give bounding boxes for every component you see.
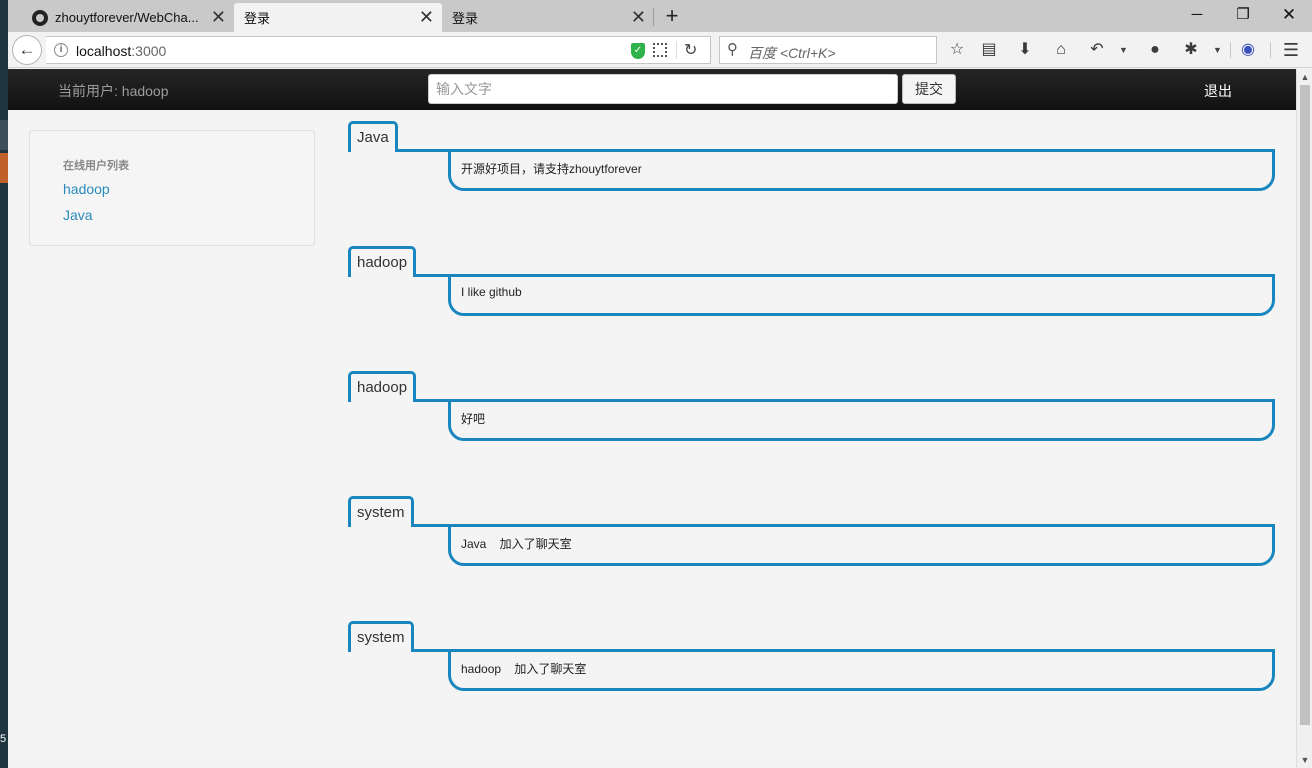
search-icon: ⚲ <box>727 41 738 58</box>
back-icon[interactable]: ← <box>12 35 42 65</box>
message-sender: system <box>348 621 414 652</box>
star-icon[interactable]: ☆ <box>946 40 968 60</box>
github-icon <box>32 9 48 26</box>
tab-title: 登录 <box>452 11 479 26</box>
tab-github[interactable]: zhouytforever/WebCha... ✕ <box>22 3 234 32</box>
chat-message: hadoop I like github <box>348 246 1275 326</box>
close-icon[interactable]: ✕ <box>419 8 434 26</box>
plus-icon[interactable]: + <box>660 5 684 27</box>
message-text: 开源好项目，请支持zhouytforever <box>448 149 1275 191</box>
tab-title: zhouytforever/WebCha... <box>55 10 199 25</box>
chat-message: system Java 加入了聊天室 <box>348 496 1275 576</box>
restore-icon[interactable]: ❐ <box>1220 4 1266 26</box>
url-port: :3000 <box>131 43 167 59</box>
chat-message: hadoop 好吧 <box>348 371 1275 451</box>
minimize-icon[interactable]: ─ <box>1174 4 1220 26</box>
chat-icon[interactable]: ● <box>1144 40 1166 60</box>
download-icon[interactable]: ⬇ <box>1014 40 1036 60</box>
window-close-icon[interactable]: ✕ <box>1266 4 1312 26</box>
browser-window: zhouytforever/WebCha... ✕ 登录 ✕ 登录 ✕ + ─ … <box>8 0 1312 768</box>
tab-title: 登录 <box>244 11 271 26</box>
message-sender: hadoop <box>348 246 417 277</box>
logout-link[interactable]: 退出 <box>1204 81 1232 101</box>
tab-login-active[interactable]: 登录 ✕ <box>234 3 442 32</box>
search-placeholder: 百度 <Ctrl+K> <box>748 45 836 61</box>
close-icon[interactable]: ✕ <box>631 8 646 26</box>
desktop-strip-block <box>0 120 8 150</box>
url-host: localhost <box>76 43 132 59</box>
message-text: I like github <box>448 274 1275 316</box>
message-text: Java 加入了聊天室 <box>448 524 1275 566</box>
message-input[interactable] <box>428 74 898 104</box>
message-sender: hadoop <box>348 371 417 402</box>
message-text: hadoop 加入了聊天室 <box>448 649 1275 691</box>
info-icon[interactable]: i <box>54 43 68 57</box>
url-text[interactable]: localhost:3000 <box>76 43 166 59</box>
nav-bar: ← i localhost:3000 ✓ ↻ ⚲ 百度 <Ctrl+K> ☆ ▤… <box>8 32 1312 68</box>
reader-icon[interactable]: ▤ <box>978 40 1000 60</box>
url-separator <box>676 41 677 59</box>
tab-separator <box>653 8 654 26</box>
toolbar-separator <box>1230 42 1231 58</box>
chevron-down-icon[interactable]: ▼ <box>1119 40 1129 60</box>
undo-icon[interactable]: ↶ <box>1086 40 1108 60</box>
globe-icon[interactable]: ◉ <box>1237 40 1259 60</box>
current-user-label: 当前用户: hadoop <box>58 83 169 99</box>
message-text: 好吧 <box>448 399 1275 441</box>
desktop-glyph: 5 <box>0 733 7 745</box>
app-topbar: 当前用户: hadoop 提交 退出 <box>8 69 1296 110</box>
online-user-panel: 在线用户列表 hadoop Java <box>29 130 315 246</box>
search-bar[interactable]: ⚲ 百度 <Ctrl+K> <box>719 36 937 64</box>
message-sender: Java <box>348 121 398 152</box>
url-bar[interactable]: i localhost:3000 ✓ ↻ <box>46 36 711 64</box>
shield-icon[interactable]: ✓ <box>631 43 645 59</box>
qr-icon[interactable] <box>653 43 667 57</box>
chevron-down-icon[interactable]: ▼ <box>1213 40 1223 60</box>
page-content: 当前用户: hadoop 提交 退出 在线用户列表 hadoop Java Ja… <box>8 69 1296 768</box>
scroll-thumb[interactable] <box>1300 85 1310 725</box>
extension-icon[interactable]: ✱ <box>1180 40 1202 60</box>
submit-button[interactable]: 提交 <box>902 74 956 104</box>
online-user-title: 在线用户列表 <box>63 160 129 172</box>
chat-message: Java 开源好项目，请支持zhouytforever <box>348 121 1275 201</box>
page-scrollbar[interactable]: ▲ ▼ <box>1296 69 1312 768</box>
scroll-up-icon[interactable]: ▲ <box>1297 69 1312 85</box>
reload-icon[interactable]: ↻ <box>684 40 697 60</box>
desktop-strip-accent <box>0 153 8 183</box>
menu-icon[interactable]: ☰ <box>1280 40 1302 60</box>
close-icon[interactable]: ✕ <box>211 8 226 26</box>
home-icon[interactable]: ⌂ <box>1050 40 1072 60</box>
tab-strip: zhouytforever/WebCha... ✕ 登录 ✕ 登录 ✕ + ─ … <box>8 0 1312 32</box>
online-user-item[interactable]: hadoop <box>63 181 110 197</box>
message-sender: system <box>348 496 414 527</box>
desktop-strip: 5 <box>0 0 8 768</box>
tab-login[interactable]: 登录 ✕ <box>442 3 654 32</box>
chat-message: system hadoop 加入了聊天室 <box>348 621 1275 701</box>
toolbar-separator <box>1270 42 1271 58</box>
online-user-item[interactable]: Java <box>63 207 93 223</box>
scroll-down-icon[interactable]: ▼ <box>1297 752 1312 768</box>
